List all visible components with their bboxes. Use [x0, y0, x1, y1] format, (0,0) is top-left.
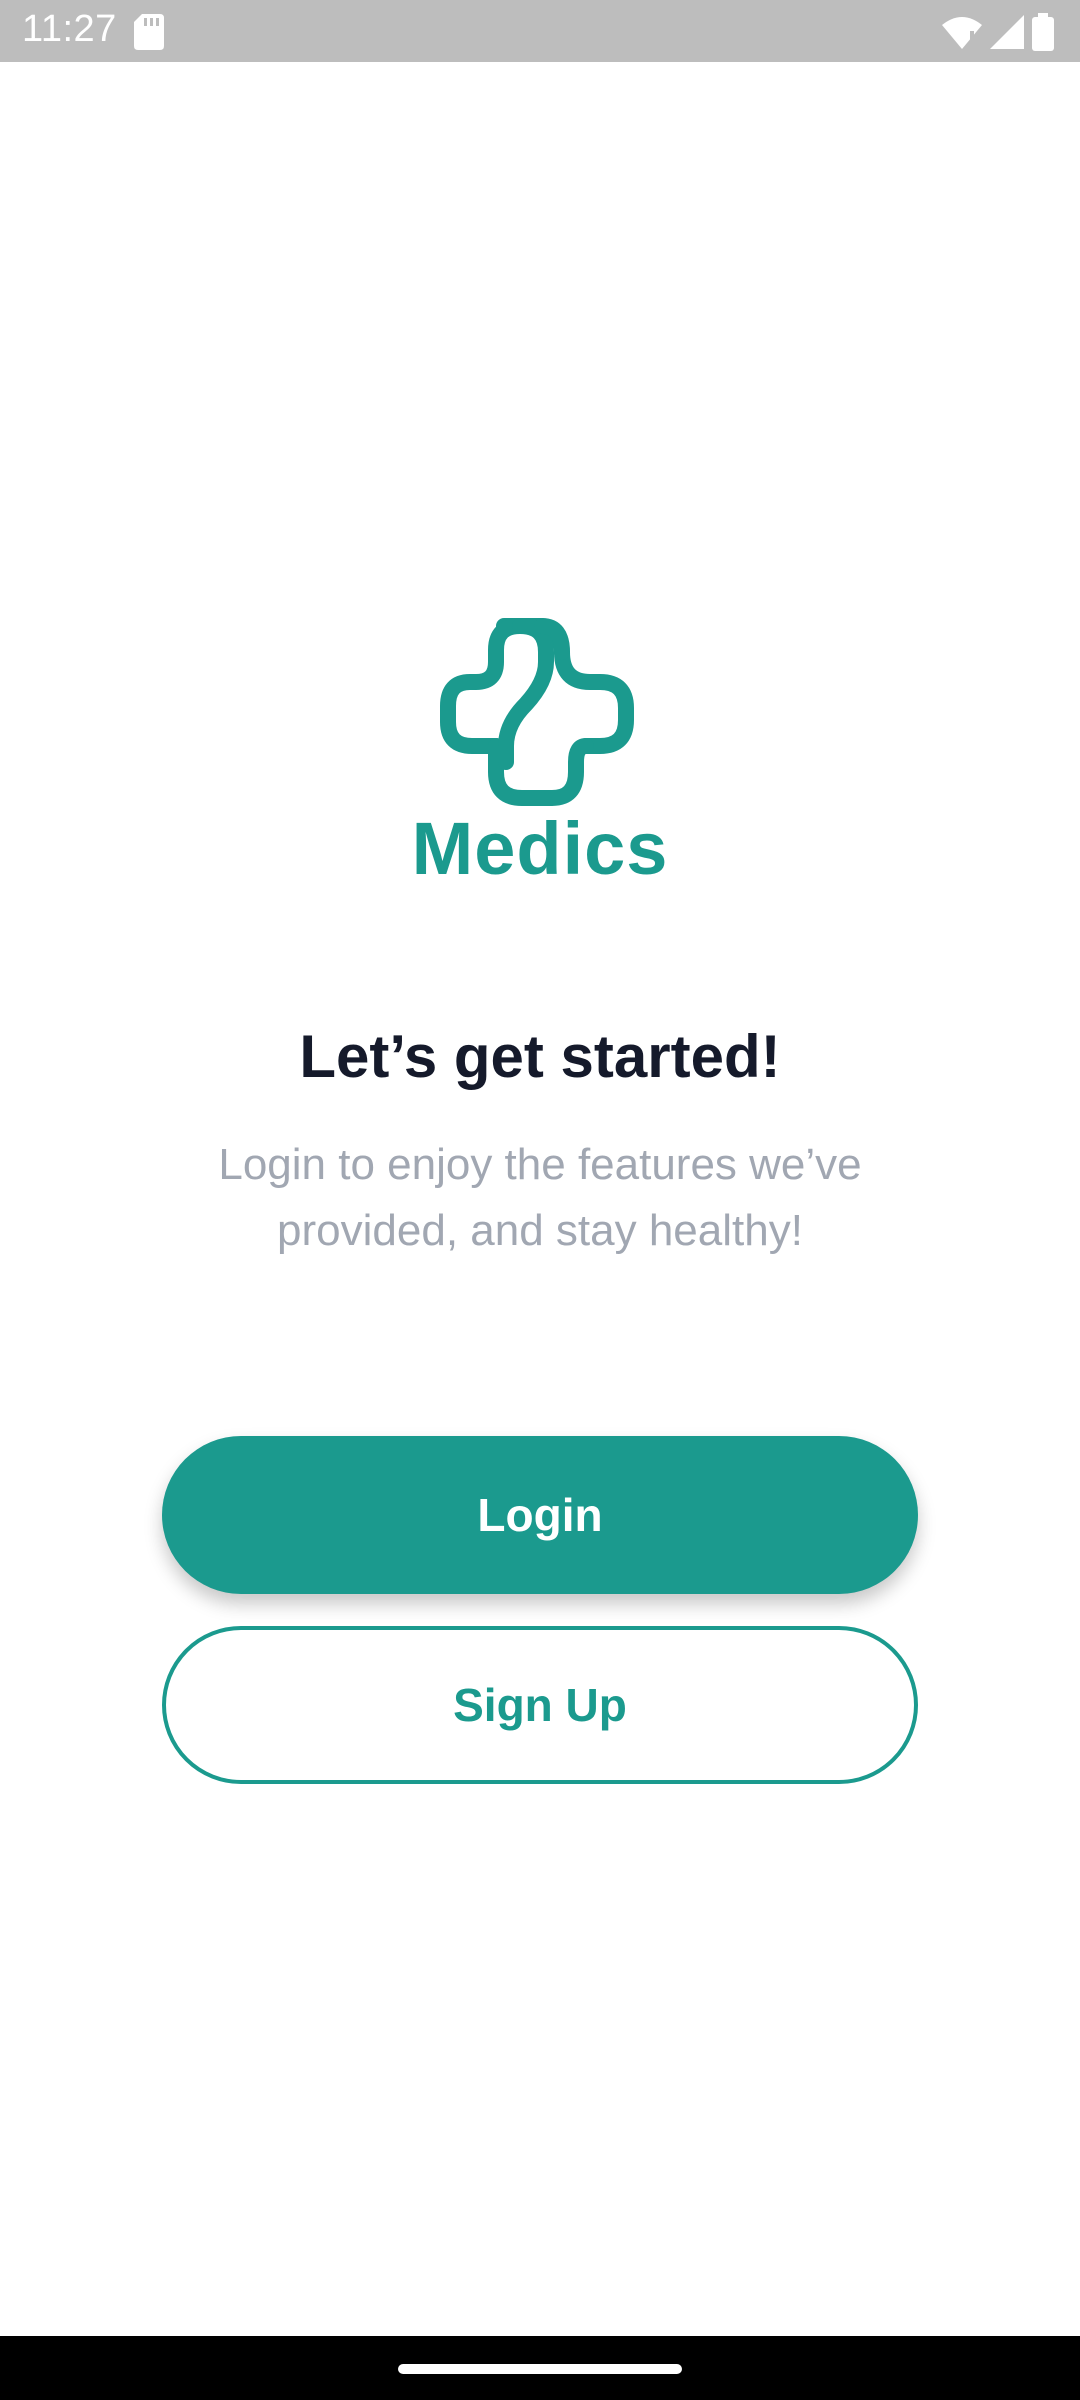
- brand-name: Medics: [411, 807, 669, 890]
- login-button[interactable]: Login: [162, 1436, 918, 1594]
- wifi-icon: [942, 15, 982, 49]
- status-time: 11:27: [22, 8, 117, 50]
- battery-icon: [1032, 13, 1054, 51]
- page-subtitle: Login to enjoy the features we’ve provid…: [218, 1140, 862, 1255]
- sign-up-button[interactable]: Sign Up: [162, 1626, 918, 1784]
- home-indicator[interactable]: [398, 2364, 682, 2374]
- welcome-screen: 11:27 Medics Let’s get started! Login to…: [0, 0, 1080, 2400]
- signal-icon: [990, 15, 1024, 49]
- sd-card-icon: [134, 14, 164, 50]
- page-title: Let’s get started!: [299, 1023, 781, 1090]
- status-icons: [942, 12, 1054, 52]
- navigation-bar: [0, 2336, 1080, 2400]
- status-bar: 11:27: [0, 0, 1080, 62]
- medical-cross-icon: [440, 612, 636, 808]
